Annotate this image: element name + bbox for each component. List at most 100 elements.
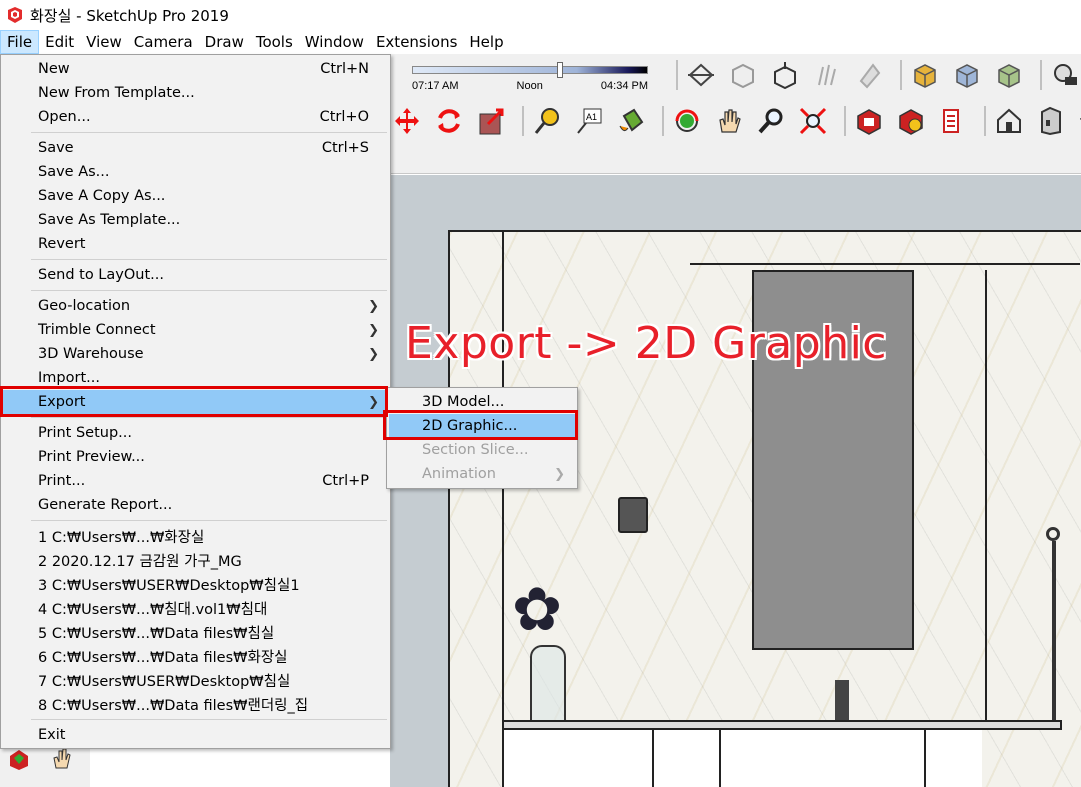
submenu-arrow-icon: ❯ — [554, 466, 565, 482]
shadow-start-time: 07:17 AM — [412, 80, 459, 92]
send-to-layout-icon[interactable] — [936, 104, 970, 138]
vanity-counter — [502, 720, 1062, 730]
menu-item-label: Revert — [38, 236, 86, 252]
menu-tools[interactable]: Tools — [250, 30, 299, 54]
zoom-icon[interactable] — [754, 104, 788, 138]
menu-item-import[interactable]: Import... — [2, 366, 389, 390]
submenu-item-label: Section Slice... — [422, 442, 529, 458]
menu-camera[interactable]: Camera — [128, 30, 199, 54]
walk-icon[interactable] — [6, 746, 32, 778]
vanity-cabinet — [502, 730, 982, 787]
cabinet-door-line — [652, 730, 654, 787]
look-around-icon[interactable] — [48, 746, 74, 778]
menu-help[interactable]: Help — [463, 30, 509, 54]
submenu-item-animation: Animation ❯ — [389, 462, 575, 486]
menu-item-trimble-connect[interactable]: Trimble Connect ❯ — [2, 318, 389, 342]
menu-view[interactable]: View — [80, 30, 128, 54]
cabinet-door-line — [924, 730, 926, 787]
menu-item-geo-location[interactable]: Geo-location ❯ — [2, 294, 389, 318]
orbit-icon[interactable] — [670, 104, 704, 138]
menu-item-print-setup[interactable]: Print Setup... — [2, 421, 389, 445]
menu-item-new-from-template[interactable]: New From Template... — [2, 81, 389, 105]
menu-item-recent-file[interactable]: 8 C:₩Users₩...₩Data files₩랜더링_집 — [2, 692, 389, 716]
hidden-line-icon[interactable] — [852, 58, 886, 92]
monochrome-icon[interactable] — [992, 58, 1026, 92]
pan-hand-icon[interactable] — [712, 104, 746, 138]
move-icon[interactable] — [390, 104, 424, 138]
menu-item-label: Save — [38, 140, 74, 156]
toolbar-separator — [844, 106, 846, 136]
rotate-icon[interactable] — [432, 104, 466, 138]
submenu-item-2d-graphic[interactable]: 2D Graphic... — [389, 414, 575, 438]
menu-item-recent-file[interactable]: 6 C:₩Users₩...₩Data files₩화장실 — [2, 644, 389, 668]
submenu-item-3d-model[interactable]: 3D Model... — [389, 390, 575, 414]
warehouse-icon[interactable] — [852, 104, 886, 138]
menu-item-recent-file[interactable]: 7 C:₩Users₩USER₩Desktop₩침실 — [2, 668, 389, 692]
menu-item-3d-warehouse[interactable]: 3D Warehouse ❯ — [2, 342, 389, 366]
menu-file[interactable]: File — [0, 30, 40, 54]
menu-item-label: Print Preview... — [38, 449, 145, 465]
xray-box-icon[interactable] — [726, 58, 760, 92]
shaded-style-icon[interactable] — [908, 58, 942, 92]
submenu-arrow-icon: ❯ — [368, 346, 379, 362]
toolbar-separator — [984, 106, 986, 136]
menu-item-print[interactable]: Print... Ctrl+P — [2, 469, 389, 493]
menu-item-save-as-template[interactable]: Save As Template... — [2, 208, 389, 232]
shadow-track — [412, 66, 648, 74]
shadow-thumb[interactable] — [557, 62, 563, 78]
menu-item-recent-file[interactable]: 4 C:₩Users₩...₩침대.vol1₩침대 — [2, 596, 389, 620]
menu-bar: File Edit View Camera Draw Tools Window … — [0, 30, 1081, 54]
menu-item-label: Generate Report... — [38, 497, 173, 513]
text-tool-icon[interactable]: A1 — [572, 104, 606, 138]
iso-view-icon[interactable] — [992, 104, 1026, 138]
menu-item-label: 3 C:₩Users₩USER₩Desktop₩침실1 — [38, 577, 300, 594]
menu-extensions[interactable]: Extensions — [370, 30, 463, 54]
svg-text:A1: A1 — [586, 112, 597, 122]
scale-icon[interactable] — [474, 104, 508, 138]
menu-item-recent-file[interactable]: 2 2020.12.17 금감원 가구_MG — [2, 548, 389, 572]
submenu-item-label: Animation — [422, 466, 496, 482]
toolbar-separator — [676, 60, 678, 90]
zoom-extents-icon[interactable] — [796, 104, 830, 138]
menu-item-label: Print Setup... — [38, 425, 132, 441]
menu-item-new[interactable]: New Ctrl+N — [2, 57, 389, 81]
shadows-icon[interactable] — [1048, 58, 1081, 92]
menu-item-generate-report[interactable]: Generate Report... — [2, 493, 389, 517]
menu-item-print-preview[interactable]: Print Preview... — [2, 445, 389, 469]
shaded-textures-icon[interactable] — [950, 58, 984, 92]
menu-item-save-copy-as[interactable]: Save A Copy As... — [2, 184, 389, 208]
menu-window[interactable]: Window — [299, 30, 370, 54]
home-view-icon[interactable] — [1076, 104, 1081, 138]
menu-edit[interactable]: Edit — [39, 30, 80, 54]
menu-item-open[interactable]: Open... Ctrl+O — [2, 105, 389, 129]
menu-item-save-as[interactable]: Save As... — [2, 160, 389, 184]
shadow-time-slider[interactable]: 07:17 AM Noon 04:34 PM — [412, 62, 648, 92]
menu-separator — [31, 719, 387, 720]
shower-pipe — [1052, 541, 1056, 721]
toolbar-separator — [662, 106, 664, 136]
menu-item-recent-file[interactable]: 3 C:₩Users₩USER₩Desktop₩침실1 — [2, 572, 389, 596]
menu-item-revert[interactable]: Revert — [2, 232, 389, 256]
menu-shortcut: Ctrl+O — [319, 109, 369, 125]
menu-item-recent-file[interactable]: 5 C:₩Users₩...₩Data files₩침실 — [2, 620, 389, 644]
menu-item-save[interactable]: Save Ctrl+S — [2, 136, 389, 160]
menu-shortcut: Ctrl+S — [321, 140, 369, 156]
extension-warehouse-icon[interactable] — [894, 104, 928, 138]
paint-bucket-icon[interactable] — [614, 104, 648, 138]
menu-item-export[interactable]: Export ❯ — [2, 390, 389, 414]
menu-draw[interactable]: Draw — [199, 30, 250, 54]
tape-measure-icon[interactable] — [530, 104, 564, 138]
menu-separator — [31, 417, 387, 418]
toolbar-area: 07:17 AM Noon 04:34 PM A1 — [390, 54, 1081, 174]
menu-item-label: 7 C:₩Users₩USER₩Desktop₩침실 — [38, 673, 291, 690]
front-view-icon[interactable] — [1034, 104, 1068, 138]
menu-item-label: Save As Template... — [38, 212, 181, 228]
menu-item-recent-file[interactable]: 1 C:₩Users₩...₩화장실 — [2, 524, 389, 548]
sketchy-effects-icon[interactable] — [810, 58, 844, 92]
menu-item-label: New From Template... — [38, 85, 195, 101]
back-edges-box-icon[interactable] — [768, 58, 802, 92]
menu-item-exit[interactable]: Exit — [2, 723, 389, 747]
menu-item-send-to-layout[interactable]: Send to LayOut... — [2, 263, 389, 287]
fog-icon[interactable] — [684, 58, 718, 92]
submenu-item-section-slice: Section Slice... — [389, 438, 575, 462]
